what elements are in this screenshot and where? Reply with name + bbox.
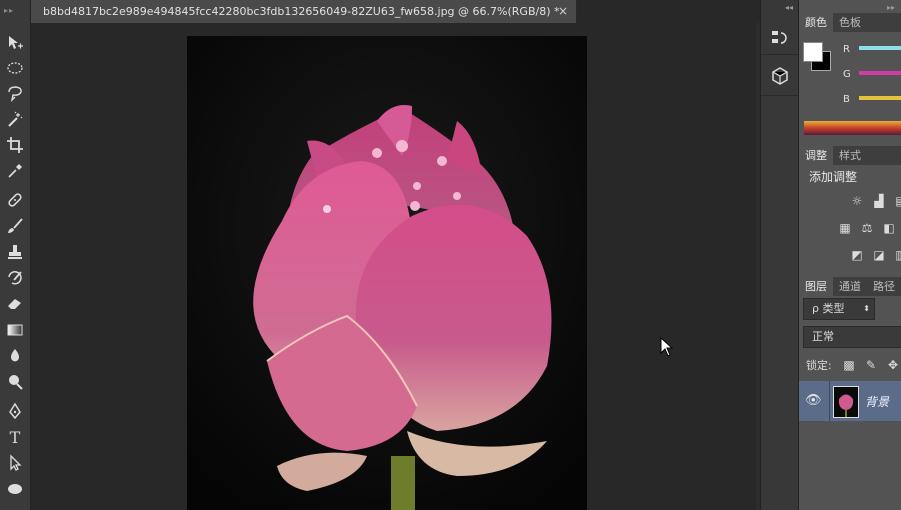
stepper-icon: ⬍ <box>863 304 870 313</box>
close-icon[interactable]: × <box>558 4 568 18</box>
collapse-icon[interactable]: ◂◂ <box>785 3 793 12</box>
eraser-tool-icon[interactable] <box>3 292 27 314</box>
tab-layers[interactable]: 图层 <box>799 277 833 296</box>
canvas-area[interactable] <box>31 23 756 510</box>
lotus-bud-image <box>187 36 587 510</box>
document-tab[interactable]: b8bd4817bc2e989e494845fcc42280bc3fdb1326… <box>31 0 577 23</box>
lock-label: 锁定: <box>806 359 832 372</box>
collapse-icon[interactable]: ▸▸ <box>887 3 895 12</box>
color-balance-icon[interactable]: ⚖ <box>859 221 875 235</box>
layers-panel: 图层 通道 路径 ρ 类型 ⬍ 正常 锁定: ▩ ✎ ✥ 👁 背景 <box>799 277 901 510</box>
dodge-tool-icon[interactable] <box>3 371 27 393</box>
layer-filter-select[interactable]: ρ 类型 ⬍ <box>803 298 875 320</box>
document-image[interactable] <box>187 36 587 510</box>
marquee-tool-icon[interactable] <box>3 57 27 79</box>
tab-channels[interactable]: 通道 <box>833 277 867 296</box>
adjustments-panel-tabs: 调整 样式 <box>799 146 901 165</box>
eyedropper-tool-icon[interactable] <box>3 160 27 182</box>
history-panel-icon[interactable] <box>770 28 790 48</box>
color-panel-tabs: 颜色 色板 <box>799 13 901 32</box>
foreground-color-swatch[interactable] <box>803 42 823 62</box>
lock-transparent-icon[interactable]: ▩ <box>841 358 857 372</box>
adjustments-title: 添加调整 <box>809 170 858 184</box>
layers-panel-tabs: 图层 通道 路径 <box>799 277 901 296</box>
eye-icon[interactable]: 👁 <box>805 393 822 409</box>
color-panel: 颜色 色板 R G B <box>799 13 901 143</box>
lock-paint-icon[interactable]: ✎ <box>863 358 879 372</box>
channel-b-label: B <box>843 94 850 105</box>
lock-position-icon[interactable]: ✥ <box>885 358 901 372</box>
path-selection-tool-icon[interactable] <box>3 452 27 474</box>
layer-row-background[interactable]: 👁 背景 <box>799 381 901 421</box>
channel-g-slider[interactable] <box>859 71 901 75</box>
3d-panel-icon[interactable] <box>770 66 790 86</box>
history-brush-tool-icon[interactable] <box>3 267 27 289</box>
move-tool-icon[interactable] <box>3 32 27 54</box>
tab-adjustments[interactable]: 调整 <box>799 146 833 165</box>
brightness-icon[interactable]: ☼ <box>849 194 865 208</box>
magic-wand-tool-icon[interactable] <box>3 109 27 131</box>
gradient-map-icon[interactable]: ▥ <box>893 248 901 262</box>
clone-stamp-tool-icon[interactable] <box>3 241 27 263</box>
ellipse-tool-icon[interactable] <box>3 478 27 500</box>
collapsed-panel-strip: ◂◂ <box>760 0 798 510</box>
hue-saturation-icon[interactable]: ▦ <box>837 221 853 235</box>
black-white-icon[interactable]: ◧ <box>881 221 897 235</box>
layer-filter-label: ρ 类型 <box>812 302 845 315</box>
tab-paths[interactable]: 路径 <box>867 277 901 296</box>
layer-name: 背景 <box>865 395 890 409</box>
divider <box>761 95 798 96</box>
gradient-tool-icon[interactable] <box>3 319 27 341</box>
channel-b-slider[interactable] <box>859 96 901 100</box>
curves-icon[interactable]: ▤ <box>893 194 901 208</box>
divider <box>829 381 830 421</box>
channel-r-slider[interactable] <box>859 46 901 50</box>
levels-icon[interactable]: ▟ <box>871 194 887 208</box>
invert-icon[interactable]: ◩ <box>849 248 865 262</box>
layer-thumbnail <box>833 386 859 418</box>
adjustments-panel: 调整 样式 添加调整 ☼ ▟ ▤ ▦ ⚖ ◧ ◩ ◪ ▥ <box>799 146 901 274</box>
tab-styles[interactable]: 样式 <box>833 146 867 165</box>
channel-g-label: G <box>843 69 851 80</box>
blend-mode-select[interactable]: 正常 <box>803 326 901 348</box>
lasso-tool-icon[interactable] <box>3 83 27 105</box>
tab-swatches[interactable]: 色板 <box>833 13 867 32</box>
document-tab-title: b8bd4817bc2e989e494845fcc42280bc3fdb1326… <box>43 5 560 18</box>
pen-tool-icon[interactable] <box>3 400 27 422</box>
mouse-cursor-icon <box>660 337 674 357</box>
right-panel-column: ▸▸ 颜色 色板 R G B 调整 样式 添加调整 ☼ ▟ ▤ ▦ ⚖ ◧ ◩ … <box>798 0 901 510</box>
blur-tool-icon[interactable] <box>3 345 27 367</box>
tab-color[interactable]: 颜色 <box>799 13 833 32</box>
threshold-icon[interactable]: ◪ <box>871 248 887 262</box>
divider <box>761 54 798 55</box>
crop-tool-icon[interactable] <box>3 134 27 156</box>
healing-brush-tool-icon[interactable] <box>3 189 27 211</box>
type-tool-icon[interactable]: T <box>3 426 27 448</box>
color-ramp[interactable] <box>804 121 901 135</box>
tools-panel: ▸▸ T <box>0 0 31 510</box>
panel-grip[interactable]: ▸▸ <box>4 6 26 16</box>
channel-r-label: R <box>843 44 850 55</box>
brush-tool-icon[interactable] <box>3 215 27 237</box>
document-tab-bar: b8bd4817bc2e989e494845fcc42280bc3fdb1326… <box>31 0 756 23</box>
